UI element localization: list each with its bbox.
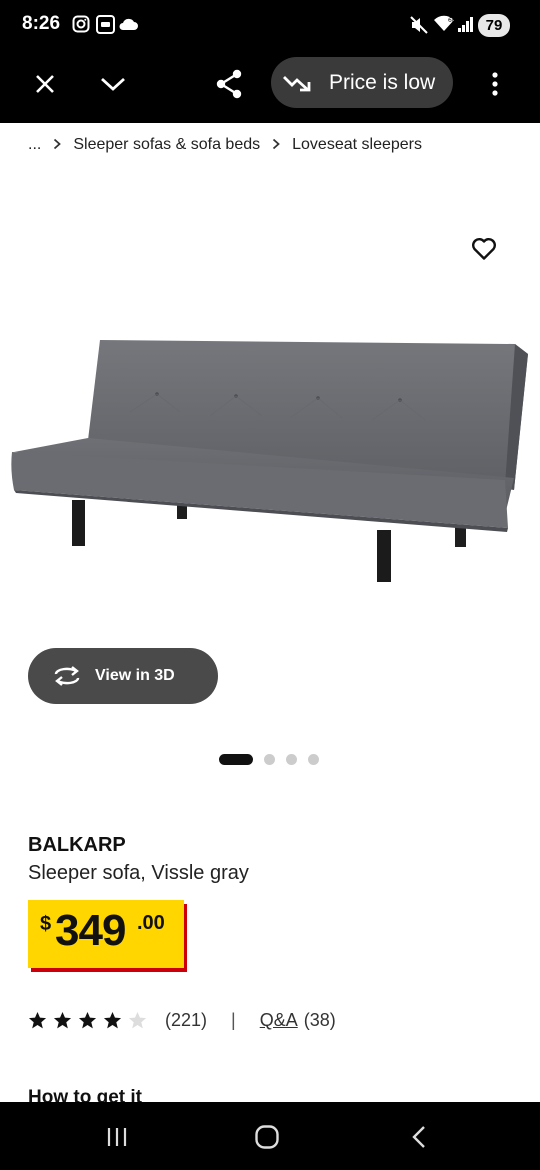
- ring-icon: [96, 15, 115, 39]
- breadcrumb-loveseat-sleepers[interactable]: Loveseat sleepers: [292, 136, 422, 154]
- ratings-row: (221) | Q&A (38): [28, 1010, 336, 1031]
- share-button[interactable]: [207, 62, 251, 106]
- star-rating[interactable]: [28, 1011, 153, 1030]
- breadcrumb-sleeper-sofas[interactable]: Sleeper sofas & sofa beds: [73, 136, 260, 154]
- product-image[interactable]: [0, 320, 540, 600]
- price-decimal: .00: [137, 912, 165, 934]
- star-filled-icon: [28, 1011, 47, 1029]
- carousel-dot[interactable]: [308, 754, 319, 765]
- browser-toolbar: Price is low: [0, 52, 540, 123]
- recent-apps-button[interactable]: [102, 1122, 132, 1152]
- carousel-dot-active[interactable]: [219, 754, 253, 765]
- carousel-indicator: [219, 754, 330, 765]
- qa-link[interactable]: Q&A: [260, 1010, 298, 1031]
- wifi-icon: 6E: [433, 15, 456, 38]
- share-icon: [216, 69, 242, 99]
- mute-icon: [410, 16, 428, 39]
- breadcrumb-ellipsis[interactable]: ...: [28, 136, 41, 154]
- svg-text:6E: 6E: [448, 17, 455, 24]
- back-icon: [412, 1126, 425, 1148]
- view-in-3d-label: View in 3D: [95, 667, 175, 684]
- status-time: 8:26: [22, 13, 61, 34]
- chevron-right-icon: [53, 137, 62, 154]
- star-filled-icon: [103, 1011, 122, 1029]
- collapse-button[interactable]: [91, 62, 135, 106]
- ratings-divider: |: [231, 1010, 236, 1030]
- cloud-icon: [118, 17, 138, 36]
- star-empty-icon: [128, 1011, 147, 1029]
- star-filled-icon: [78, 1011, 97, 1029]
- battery-level: 79: [478, 14, 510, 37]
- trending-down-icon: [281, 67, 313, 99]
- close-icon: [36, 75, 54, 93]
- more-vert-icon: [492, 72, 498, 96]
- price-insight-label: Price is low: [329, 70, 436, 94]
- view-in-3d-button[interactable]: View in 3D: [28, 648, 218, 704]
- price-currency: $: [40, 913, 52, 935]
- heart-icon: [472, 238, 496, 260]
- chevron-right-icon: [272, 137, 280, 154]
- instagram-icon: [72, 15, 90, 38]
- price-insight-pill[interactable]: Price is low: [271, 57, 453, 108]
- review-count[interactable]: (221): [165, 1010, 207, 1031]
- price-tag: $ 349 .00: [28, 900, 184, 968]
- breadcrumb: ... Sleeper sofas & sofa beds Loveseat s…: [28, 136, 422, 154]
- product-description: Sleeper sofa, Vissle gray: [28, 862, 249, 884]
- favorite-button[interactable]: [466, 232, 502, 266]
- product-name: BALKARP: [28, 834, 126, 856]
- qa-count[interactable]: (38): [304, 1010, 336, 1031]
- recent-apps-icon: [107, 1128, 127, 1146]
- carousel-dot[interactable]: [286, 754, 297, 765]
- carousel-dot[interactable]: [264, 754, 275, 765]
- more-options-button[interactable]: [473, 62, 517, 106]
- back-button[interactable]: [404, 1122, 434, 1152]
- signal-icon: [458, 16, 474, 37]
- status-bar: 8:26 6E 79: [0, 0, 540, 52]
- chevron-down-icon: [101, 77, 125, 91]
- home-button[interactable]: [252, 1122, 282, 1152]
- rotate-3d-icon: [52, 664, 82, 688]
- star-filled-icon: [53, 1011, 72, 1029]
- system-nav-bar: [0, 1102, 540, 1170]
- close-button[interactable]: [23, 62, 67, 106]
- price-whole: 349: [55, 906, 126, 955]
- home-icon: [255, 1125, 279, 1149]
